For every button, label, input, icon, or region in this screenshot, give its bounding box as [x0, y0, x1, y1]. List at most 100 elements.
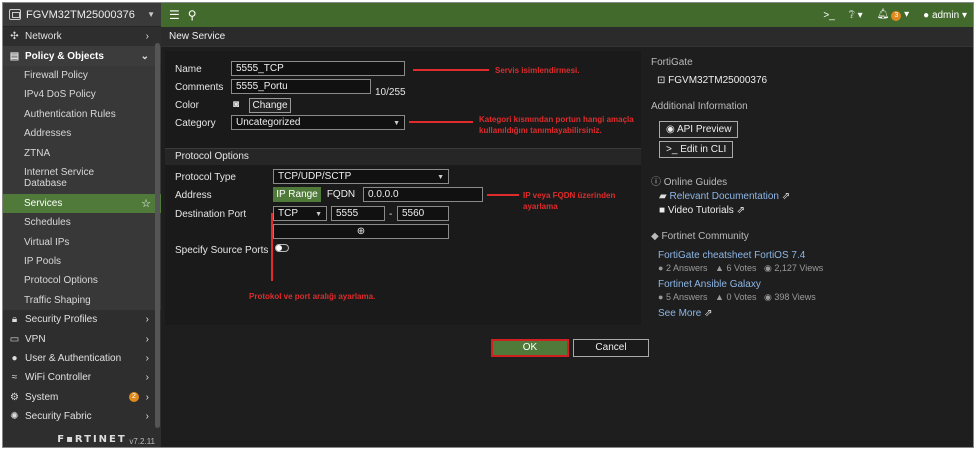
edit-in-cli-button[interactable]: >_ Edit in CLI [659, 141, 734, 158]
sidebar-item-ipv4-dos-policy[interactable]: IPv4 DoS Policy [3, 85, 161, 105]
fortigate-header: FortiGate [651, 57, 693, 68]
lock-icon: 🔒︎ [11, 314, 18, 326]
sidebar-item-vpn[interactable]: ▭ VPN › [3, 329, 161, 348]
video-tutorials-link[interactable]: ■ Video Tutorials ⇗ [659, 205, 745, 216]
name-input[interactable]: 5555_TCP [231, 61, 405, 76]
address-annotation: IP veya FQDN üzerinden ayarlama [523, 191, 616, 211]
sidebar-item-traffic-shaping[interactable]: Traffic Shaping [3, 290, 161, 311]
chevron-right-icon: › [145, 391, 149, 403]
add-port-button[interactable]: ⊕ [273, 224, 449, 239]
protocol-type-value: TCP/UDP/SCTP [278, 171, 352, 182]
comments-count: 10/255 [375, 87, 406, 98]
annotation-line [409, 121, 473, 123]
sidebar-item-protocol-options[interactable]: Protocol Options [3, 271, 161, 291]
relevant-documentation-link[interactable]: ▰ Relevant Documentation ⇗ [659, 191, 790, 202]
external-link-icon: ⇗ [704, 308, 713, 319]
specify-source-ports-toggle[interactable] [275, 244, 289, 252]
device-selector[interactable]: FGVM32TM25000376 ▼ [3, 3, 161, 27]
app-window: FGVM32TM25000376 ▼ ✣ Network › ▤ Policy & O… [2, 2, 974, 448]
comments-textarea[interactable]: 5555_Portu [231, 79, 371, 94]
sidebar-item-schedules[interactable]: Schedules [3, 213, 161, 233]
chevron-right-icon: › [145, 314, 149, 326]
fabric-icon: ✺ [10, 411, 19, 423]
see-more-link[interactable]: See More ⇗ [658, 308, 713, 319]
community-post-2-link[interactable]: Fortinet Ansible Galaxy [658, 279, 761, 290]
admin-name: admin [931, 9, 960, 21]
cli-console-icon[interactable]: >_ [823, 10, 834, 21]
port-range-dash: - [389, 209, 393, 220]
category-select[interactable]: Uncategorized ▼ [231, 115, 405, 130]
cancel-button[interactable]: Cancel [573, 339, 649, 357]
star-icon[interactable]: ☆ [141, 197, 151, 210]
sidebar-item-label: Traffic Shaping [24, 294, 91, 306]
destination-port-label: Destination Port [175, 209, 247, 220]
sidebar-item-wifi-controller[interactable]: ≈ WiFi Controller › [3, 368, 161, 387]
sidebar-item-authentication-rules[interactable]: Authentication Rules [3, 104, 161, 124]
sidebar-item-security-fabric[interactable]: ✺ Security Fabric › [3, 407, 161, 426]
port-low-input[interactable]: 5555 [331, 206, 385, 221]
fqdn-toggle[interactable]: FQDN [323, 187, 359, 202]
video-icon: ■ [659, 205, 666, 216]
ok-button[interactable]: OK [491, 339, 569, 357]
sidebar-item-label: User & Authentication [25, 353, 122, 365]
chevron-down-icon: ▼ [315, 211, 322, 218]
top-bar-actions: >_ ❔︎ ▾ 🔔︎ 3 ▾ ● admin ▾ [823, 9, 967, 21]
fortinet-logo: F▪RTINET [57, 433, 127, 445]
sidebar-item-firewall-policy[interactable]: Firewall Policy [3, 65, 161, 86]
post-2-views: 398 Views [774, 292, 816, 302]
specify-source-ports-label: Specify Source Ports [175, 245, 269, 256]
sidebar-item-virtual-ips[interactable]: Virtual IPs [3, 232, 161, 252]
sidebar-item-label: Services [24, 197, 63, 209]
admin-menu[interactable]: ● admin ▾ [923, 10, 967, 21]
change-color-button[interactable]: Change [249, 98, 291, 113]
sidebar-item-network[interactable]: ✣ Network › [3, 27, 161, 46]
post-1-views: 2,127 Views [774, 263, 824, 273]
category-annotation: Kategori kısmından portun hangi amaçla k… [479, 115, 634, 135]
annotation-line [487, 194, 519, 196]
sidebar-item-label: IPv4 DoS Policy [24, 89, 96, 101]
sidebar-item-ip-pools[interactable]: IP Pools [3, 251, 161, 272]
monitor-icon: ▭ [9, 333, 20, 345]
chevron-down-icon: ▼ [393, 120, 400, 127]
plus-circle-icon: ⊕ [356, 226, 366, 237]
post-1-answers: 2 Answers [665, 263, 708, 273]
chevron-down-icon: ▼ [147, 10, 155, 19]
external-link-icon: ⇗ [736, 205, 745, 216]
address-input[interactable]: 0.0.0.0 [363, 187, 483, 202]
page-title: New Service [161, 27, 973, 47]
chevron-right-icon: › [145, 31, 149, 43]
sidebar-item-user-authentication[interactable]: ● User & Authentication › [3, 349, 161, 368]
sidebar-item-label: WiFi Controller [25, 372, 92, 384]
sidebar-item-label: Security Profiles [25, 314, 98, 326]
sidebar-item-label: Firewall Policy [24, 69, 88, 81]
destination-protocol-select[interactable]: TCP ▼ [273, 206, 327, 221]
sidebar-item-system[interactable]: ⚙ System 2 › [3, 388, 161, 407]
sidebar-item-internet-service-database[interactable]: Internet Service Database [3, 162, 161, 194]
eye-icon: ◉ [763, 292, 772, 302]
notifications-button[interactable]: 🔔︎ 3 ▾ [877, 9, 909, 21]
sidebar-item-ztna[interactable]: ZTNA [3, 143, 161, 163]
sidebar-scrollbar[interactable] [155, 43, 160, 428]
community-post-1-link[interactable]: FortiGate cheatsheet FortiOS 7.4 [658, 250, 805, 261]
search-icon[interactable]: ⚲ [188, 8, 197, 22]
sidebar-item-services[interactable]: Services ☆ [3, 193, 161, 214]
sidebar-item-policy-objects[interactable]: ▤ Policy & Objects ⌄ [3, 46, 161, 66]
name-annotation: Servis isimlendirmesi. [495, 66, 580, 75]
sidebar-item-label: VPN [25, 333, 46, 345]
see-more-label: See More [658, 308, 702, 319]
sidebar-item-security-profiles[interactable]: 🔒︎ Security Profiles › [3, 310, 161, 329]
menu-icon[interactable]: ☰ [169, 8, 180, 22]
sidebar-item-addresses[interactable]: Addresses [3, 123, 161, 144]
sidebar-item-label: Addresses [24, 128, 72, 140]
device-icon [9, 9, 21, 20]
edit-in-cli-label: Edit in CLI [680, 144, 727, 155]
protocol-type-select[interactable]: TCP/UDP/SCTP ▼ [273, 169, 449, 184]
wifi-icon: ≈ [11, 372, 18, 384]
post-2-votes: 0 Votes [726, 292, 757, 302]
port-high-input[interactable]: 5560 [397, 206, 449, 221]
help-icon[interactable]: ❔︎ ▾ [849, 10, 863, 21]
ip-range-toggle[interactable]: IP Range [273, 187, 321, 202]
chevron-right-icon: › [145, 353, 149, 365]
api-preview-button[interactable]: ◉ API Preview [659, 121, 739, 138]
external-link-icon: ⇗ [781, 191, 791, 202]
